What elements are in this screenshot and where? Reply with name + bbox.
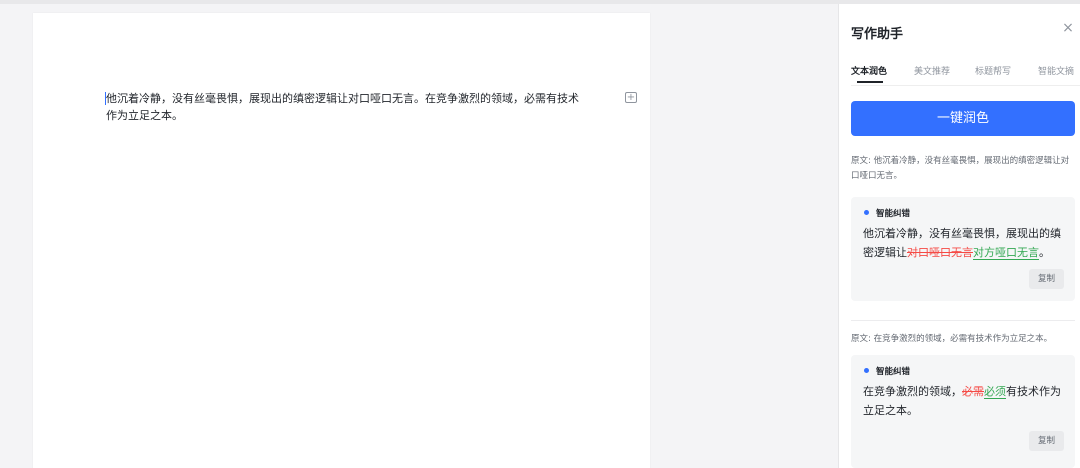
inserted-text: 必须: [984, 385, 1006, 399]
tab-text-polish[interactable]: 文本润色: [851, 64, 887, 77]
inserted-text: 对方哑口无言: [973, 246, 1039, 260]
panel-tabs: 文本润色 美文推荐 标题帮写 智能文摘: [851, 64, 1080, 84]
one-click-polish-button[interactable]: 一键润色: [851, 101, 1075, 136]
suggestion-divider: [851, 320, 1075, 321]
active-tab-indicator: [857, 81, 883, 83]
document-page[interactable]: 他沉着冷静，没有丝毫畏惧，展现出的缜密逻辑让对口哑口无言。在竞争激烈的领域，必需…: [33, 13, 650, 468]
suggestion-text: 他沉着冷静，没有丝毫畏惧，展现出的缜密逻辑让对口哑口无言对方哑口无言。: [863, 224, 1067, 262]
deleted-text: 必需: [962, 385, 984, 398]
suggestion-text-before: 在竞争激烈的领域，: [863, 385, 962, 398]
suggestion-tag: 智能纠错: [876, 367, 911, 377]
close-icon[interactable]: ×: [1061, 21, 1075, 35]
tabs-divider: [851, 85, 1080, 86]
copy-button[interactable]: 复制: [1029, 431, 1064, 451]
suggestion-text: 在竞争激烈的领域，必需必须有技术作为立足之本。: [863, 382, 1067, 420]
tab-title-helper[interactable]: 标题帮写: [975, 64, 1011, 77]
suggestion-card-2: 智能纠错 在竞争激烈的领域，必需必须有技术作为立足之本。 复制: [851, 355, 1075, 468]
suggestion-tag: 智能纠错: [876, 209, 911, 219]
writing-assistant-panel: 写作助手 × 文本润色 美文推荐 标题帮写 智能文摘 一键润色 原文: 他沉着冷…: [838, 4, 1080, 468]
suggestion-text-after: 。: [1039, 246, 1050, 259]
paragraph-add-icon[interactable]: +: [625, 92, 637, 103]
panel-title: 写作助手: [851, 27, 904, 42]
deleted-text: 对口哑口无言: [907, 246, 973, 259]
bullet-dot-icon: [864, 210, 869, 215]
document-paragraph[interactable]: 他沉着冷静，没有丝毫畏惧，展现出的缜密逻辑让对口哑口无言。在竞争激烈的领域，必需…: [106, 90, 586, 124]
original-text-1: 原文: 他沉着冷静，没有丝毫畏惧，展现出的缜密逻辑让对口哑口无言。: [851, 156, 1070, 181]
tab-smart-summary[interactable]: 智能文摘: [1038, 64, 1074, 77]
tab-article-recommend[interactable]: 美文推荐: [914, 64, 950, 77]
bullet-dot-icon: [864, 368, 869, 373]
original-text-2: 原文: 在竞争激烈的领域，必需有技术作为立足之本。: [851, 334, 1053, 344]
copy-button[interactable]: 复制: [1029, 269, 1064, 289]
suggestion-card-1: 智能纠错 他沉着冷静，没有丝毫畏惧，展现出的缜密逻辑让对口哑口无言对方哑口无言。…: [851, 197, 1075, 301]
